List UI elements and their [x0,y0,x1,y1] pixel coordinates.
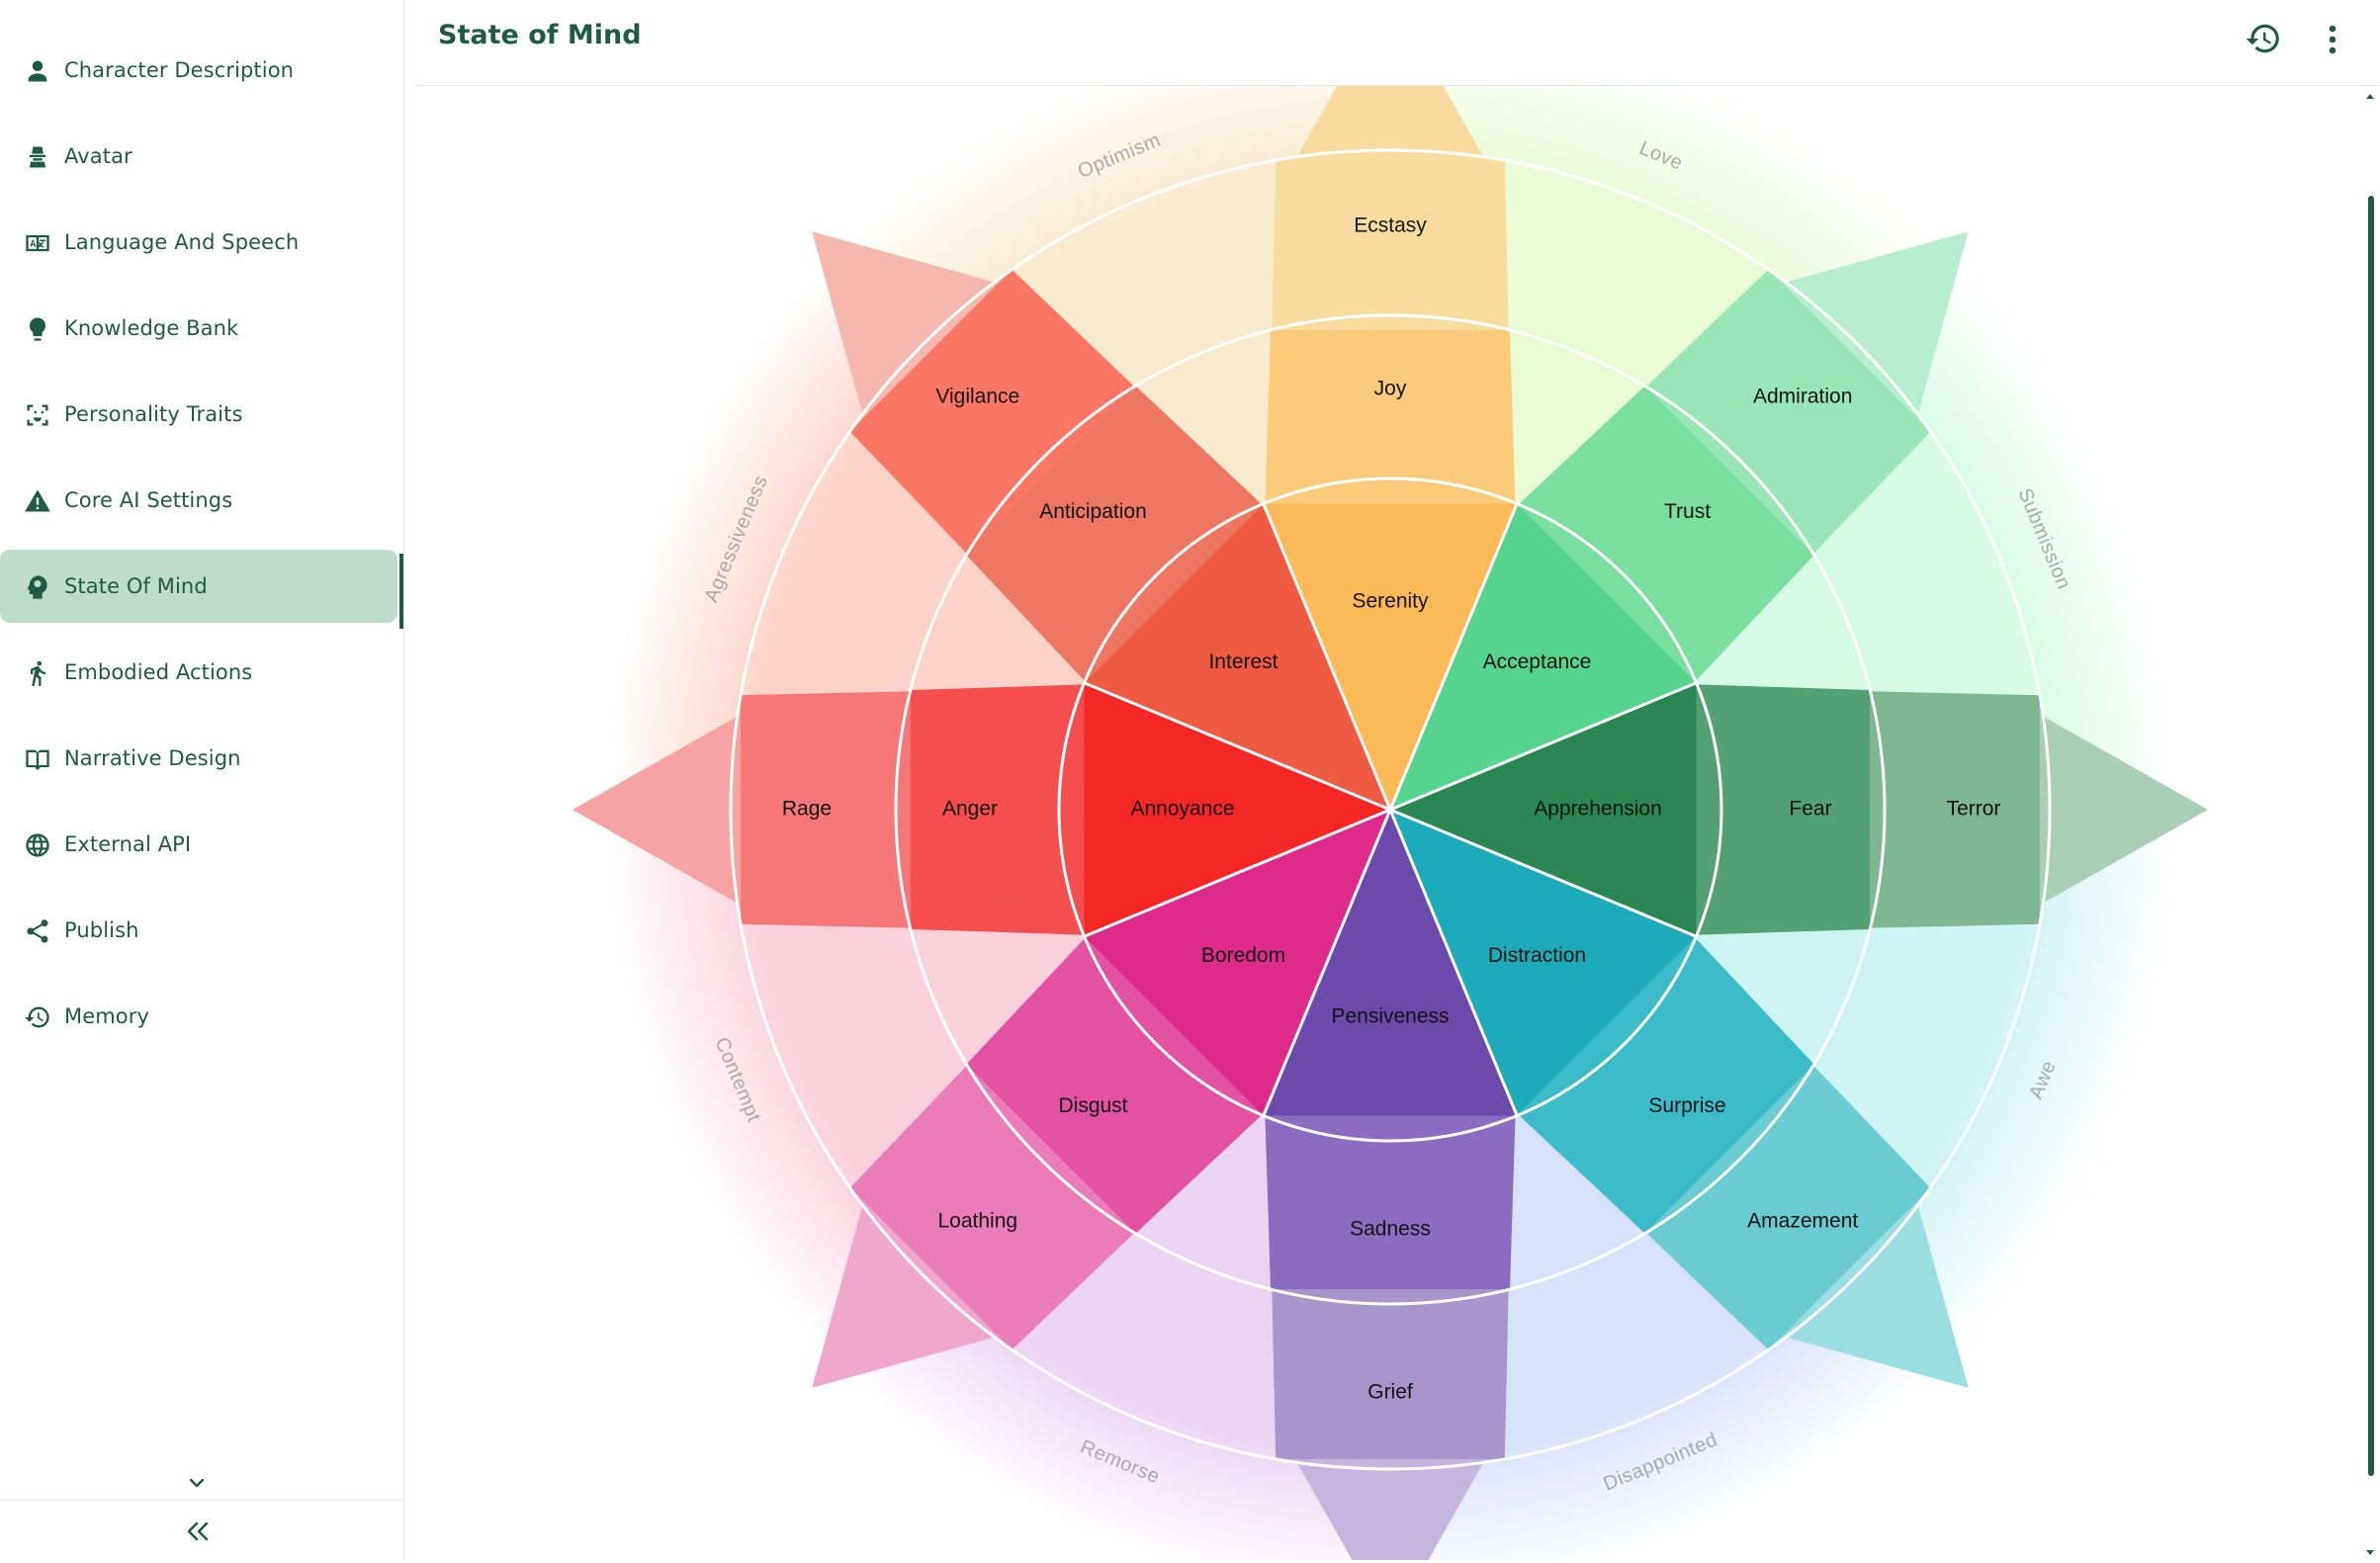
emotion-label-outer: Admiration [1753,385,1852,407]
page-title: State of Mind [438,20,642,50]
emotion-label-inner: Boredom [1201,944,1285,967]
emotion-label-inner: Distraction [1488,944,1586,967]
sidebar-item-label: Language And Speech [64,230,300,254]
scroll-up-arrow[interactable] [2363,87,2377,99]
top-bar: State of Mind [415,0,2380,86]
sidebar-divider [0,1500,403,1501]
scrollbar-thumb[interactable] [2368,196,2374,1476]
emotion-label-outer: Rage [782,798,832,821]
emotion-label-outer: Ecstasy [1354,215,1427,237]
emotion-label-inner: Apprehension [1534,798,1662,821]
more-options-button[interactable] [2322,22,2343,57]
person-icon [24,57,51,85]
petal-outer[interactable] [1272,1284,1509,1459]
history-icon [24,1003,51,1031]
face-scan-icon [24,401,51,429]
scroll-down-arrow[interactable] [2363,1544,2377,1556]
history-button[interactable] [2245,20,2282,57]
sidebar-item-label: State Of Mind [64,574,208,598]
petal-outer[interactable] [1272,160,1509,335]
sidebar-item-label: Character Description [64,58,295,82]
emotion-label-inner: Acceptance [1483,651,1592,673]
emotion-label-middle: Anger [942,798,998,821]
sidebar-item-narrative-design[interactable]: Narrative Design [0,722,398,795]
sidebar-item-external-api[interactable]: External API [0,808,398,881]
emotion-label-inner: Pensiveness [1331,1005,1449,1028]
petal-middle[interactable] [1265,1111,1516,1290]
sidebar-item-label: Knowledge Bank [64,316,239,340]
double-chevron-left-icon [187,1521,209,1541]
emotion-label-middle: Disgust [1058,1094,1127,1117]
sidebar: Character Description Avatar Language And … [0,0,404,1560]
emotion-label-middle: Anticipation [1039,500,1147,523]
language-icon [24,229,51,257]
sidebar-item-label: Memory [64,1004,150,1028]
sidebar-item-label: Core AI Settings [64,488,233,512]
sidebar-item-publish[interactable]: Publish [0,894,398,967]
emotion-label-middle: Sadness [1350,1218,1431,1241]
more-vertical-icon [2329,25,2336,54]
sidebar-item-personality-traits[interactable]: Personality Traits [0,378,398,451]
sidebar-item-label: Personality Traits [64,402,243,426]
globe-icon [24,831,51,859]
share-icon [24,917,51,945]
emotion-label-outer: Grief [1367,1381,1413,1404]
sidebar-item-embodied-actions[interactable]: Embodied Actions [0,636,398,709]
emotion-label-middle: Fear [1789,798,1831,821]
chevron-down-icon[interactable] [185,1471,209,1495]
sidebar-item-core-ai-settings[interactable]: Core AI Settings [0,464,398,537]
emotion-label-inner: Interest [1208,651,1278,673]
lightbulb-icon [24,315,51,343]
avatar-icon [24,143,51,171]
emotion-label-middle: Joy [1374,378,1407,400]
sidebar-item-language-and-speech[interactable]: Language And Speech [0,206,398,279]
sidebar-item-label: Avatar [64,144,132,168]
book-icon [24,745,51,773]
history-icon [2246,24,2279,53]
emotion-label-inner: Annoyance [1130,798,1234,821]
emotion-wheel: Serenity Joy Ecstasy Acceptance Trust Admirat… [573,86,2208,1560]
sidebar-item-avatar[interactable]: Avatar [0,120,398,193]
emotion-label-outer: Loathing [938,1210,1018,1233]
emotion-label-outer: Terror [1947,798,2001,821]
sidebar-item-label: External API [64,832,192,856]
collapse-sidebar-button[interactable] [181,1517,215,1546]
emotion-label-middle: Surprise [1648,1094,1725,1117]
brain-head-icon [24,573,51,601]
emotion-label-inner: Serenity [1352,590,1429,613]
running-icon [24,659,51,687]
sidebar-item-knowledge-bank[interactable]: Knowledge Bank [0,292,398,365]
sidebar-item-label: Embodied Actions [64,660,253,684]
active-indicator [399,554,403,629]
sidebar-item-label: Narrative Design [64,746,241,770]
emotion-label-middle: Trust [1664,500,1711,523]
emotion-label-outer: Amazement [1747,1210,1858,1233]
sidebar-item-label: Publish [64,918,139,942]
petal-middle[interactable] [1265,329,1516,508]
sidebar-item-memory[interactable]: Memory [0,980,398,1053]
petal-middle[interactable] [1692,684,1871,935]
petal-middle[interactable] [910,684,1089,935]
emotion-label-outer: Vigilance [935,385,1019,407]
warning-icon [24,487,51,515]
sidebar-item-character-description[interactable]: Character Description [0,34,398,107]
sidebar-item-state-of-mind[interactable]: State Of Mind [0,550,397,623]
